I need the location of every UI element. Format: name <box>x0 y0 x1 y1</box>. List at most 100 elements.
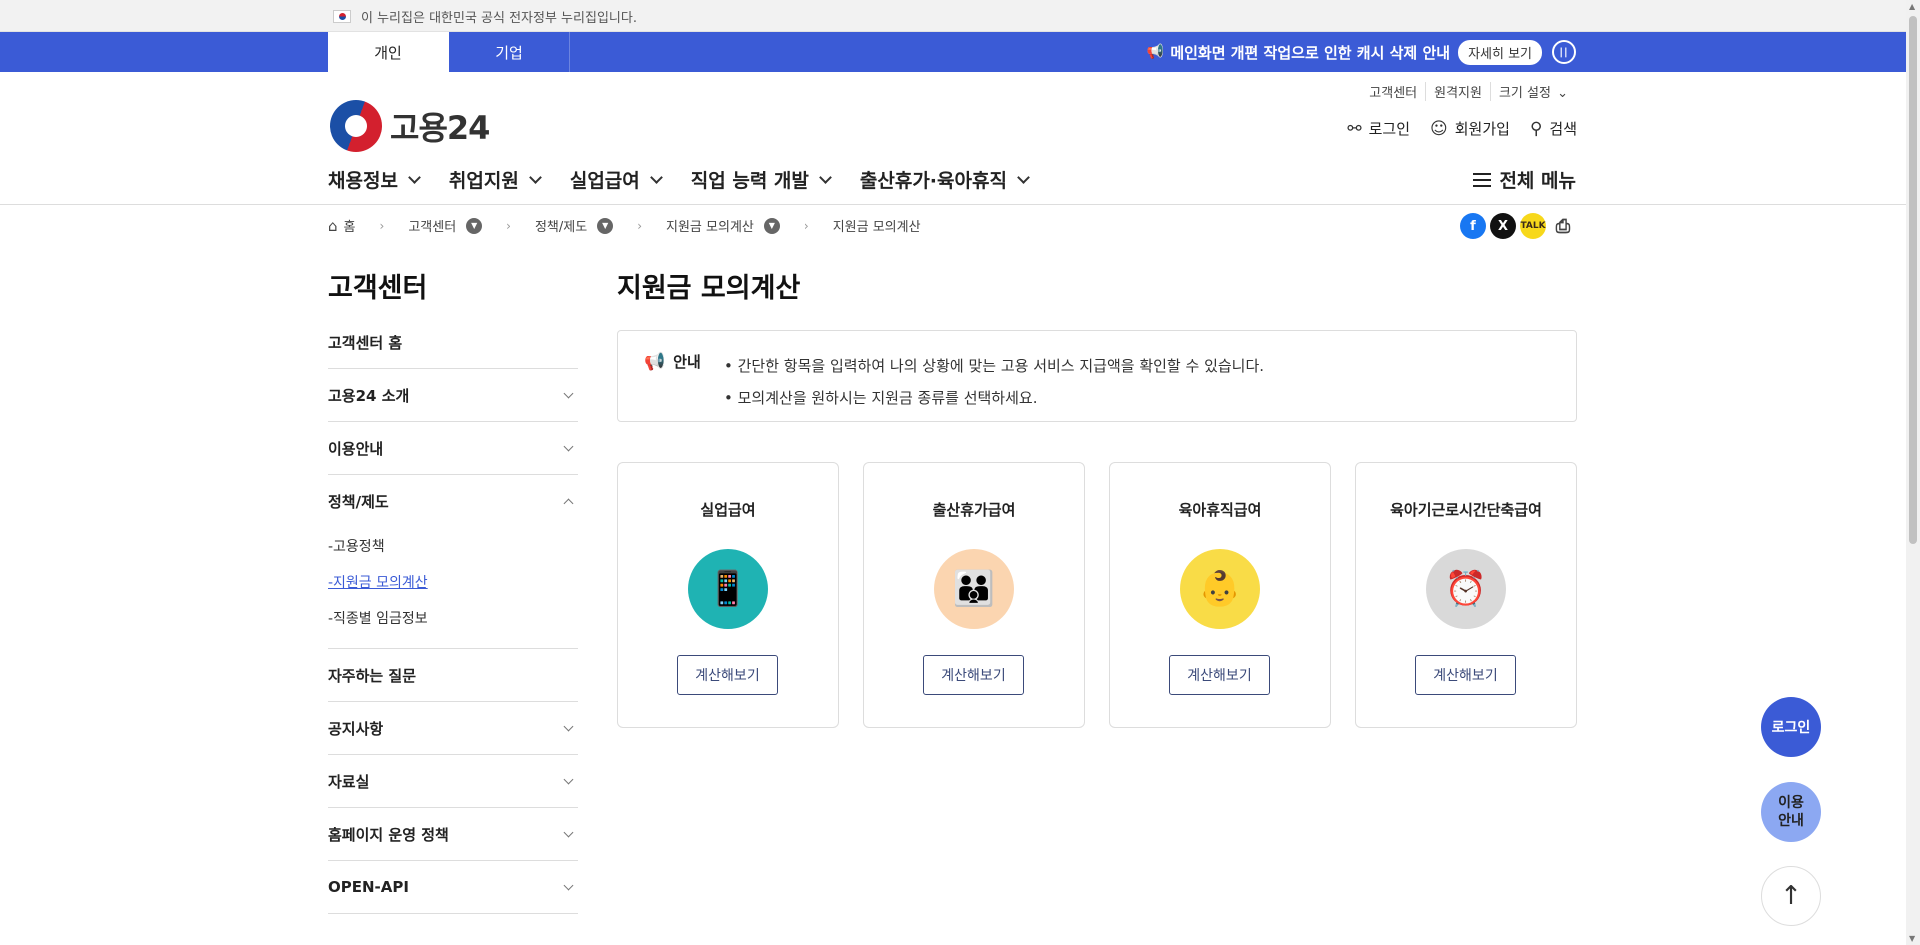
info-label: 📢 안내 <box>644 351 701 372</box>
login-link[interactable]: ⚯ 로그인 <box>1347 118 1410 139</box>
gov-banner: 이 누리집은 대한민국 공식 전자정부 누리집입니다. <box>0 0 1906 32</box>
main-nav: 채용정보 취업지원 실업급여 직업 능력 개발 출산휴가·육아휴직 <box>328 166 1058 193</box>
all-menu-button[interactable]: 전체 메뉴 <box>1473 166 1576 193</box>
scroll-top-icon[interactable]: ↑ <box>1761 866 1821 926</box>
chevron-down-icon: ⌄ <box>1557 86 1568 101</box>
dropdown-icon[interactable]: ▼ <box>763 217 780 234</box>
info-line: • 간단한 항목을 입력하여 나의 상황에 맞는 고용 서비스 지급액을 확인할… <box>724 356 1265 375</box>
scroll-down-arrow-icon[interactable]: ▼ <box>1909 934 1915 943</box>
phone-check-icon: 📱 <box>688 549 768 629</box>
header-actions: ⚯ 로그인 ☺ 회원가입 ⚲ 검색 <box>1327 118 1577 139</box>
calculate-button[interactable]: 계산해보기 <box>1415 655 1516 695</box>
breadcrumb-customer-center[interactable]: 고객센터 ▼ <box>408 216 483 235</box>
utility-links: 고객센터 원격지원 크기 설정 ⌄ <box>1361 82 1576 101</box>
chevron-down-icon <box>563 880 574 890</box>
tab-personal[interactable]: 개인 <box>328 32 449 72</box>
chevron-down-icon <box>563 827 574 837</box>
card-title: 출산휴가급여 <box>932 501 1016 519</box>
util-remote-support[interactable]: 원격지원 <box>1425 82 1490 101</box>
sidebar-subitem-employment-policy[interactable]: -고용정책 <box>328 528 578 564</box>
sidebar-item-policy[interactable]: 정책/제도 <box>328 475 578 528</box>
card-title: 실업급여 <box>700 501 756 519</box>
breadcrumb: ⌂ 홈 › 고객센터 ▼ › 정책/제도 ▼ › 지원금 모의계산 ▼ › 지원금 모의… <box>328 216 921 236</box>
print-icon[interactable]: ⎙ <box>1550 213 1576 239</box>
dropdown-icon[interactable]: ▼ <box>597 217 614 234</box>
kakaotalk-icon[interactable]: TALK <box>1520 213 1546 239</box>
breadcrumb-separator-icon: › <box>637 218 643 233</box>
floating-login-button[interactable]: 로그인 <box>1761 697 1821 757</box>
hamburger-icon <box>1473 172 1492 187</box>
info-line: • 모의계산을 원하시는 지원금 종류를 선택하세요. <box>724 388 1038 407</box>
sidebar-item-resources[interactable]: 자료실 <box>328 755 578 808</box>
calculate-button[interactable]: 계산해보기 <box>1169 655 1270 695</box>
breadcrumb-subsidy-calc[interactable]: 지원금 모의계산 ▼ <box>666 216 780 235</box>
pause-icon[interactable]: || <box>1552 40 1576 64</box>
breadcrumb-separator-icon: › <box>803 218 809 233</box>
card-reduced-hours-benefit: 육아기근로시간단축급여 ⏰ 계산해보기 <box>1355 462 1577 728</box>
breadcrumb-home[interactable]: ⌂ 홈 <box>328 216 356 236</box>
chevron-down-icon <box>1017 170 1030 184</box>
util-size-setting[interactable]: 크기 설정 ⌄ <box>1489 82 1576 101</box>
breadcrumb-separator-icon: › <box>506 218 511 233</box>
nav-item-maternity-parental-leave[interactable]: 출산휴가·육아휴직 <box>860 166 1030 193</box>
share-buttons: f X TALK ⎙ <box>1456 213 1576 239</box>
chevron-down-icon <box>563 721 574 731</box>
notice-area: 📢 메인화면 개편 작업으로 인한 캐시 삭제 안내 자세히 보기 || <box>1147 32 1576 72</box>
floating-guide-button[interactable]: 이용 안내 <box>1761 782 1821 842</box>
megaphone-icon: 📢 <box>644 351 666 372</box>
megaphone-icon: 📢 <box>1146 44 1165 60</box>
nav-item-unemployment-benefit[interactable]: 실업급여 <box>570 166 663 193</box>
top-bar: 개인 기업 📢 메인화면 개편 작업으로 인한 캐시 삭제 안내 자세히 보기 … <box>0 32 1906 72</box>
page-scrollbar[interactable]: ▲ ▼ <box>1906 0 1920 945</box>
notice-text[interactable]: 메인화면 개편 작업으로 인한 캐시 삭제 안내 <box>1170 42 1450 63</box>
sidebar-item-site-policy[interactable]: 홈페이지 운영 정책 <box>328 808 578 861</box>
search-link[interactable]: ⚲ 검색 <box>1530 118 1577 139</box>
scroll-up-arrow-icon[interactable]: ▲ <box>1909 2 1915 11</box>
dropdown-icon[interactable]: ▼ <box>466 217 483 234</box>
notice-detail-button[interactable]: 자세히 보기 <box>1458 39 1542 65</box>
baby-icon: 👶 <box>1180 549 1260 629</box>
sidebar-item-about[interactable]: 고용24 소개 <box>328 369 578 422</box>
nav-item-jobs[interactable]: 채용정보 <box>328 166 421 193</box>
sidebar-title: 고객센터 <box>328 273 428 304</box>
sidebar-item-notices[interactable]: 공지사항 <box>328 702 578 755</box>
site-logo[interactable]: 고용24 <box>330 100 490 152</box>
sidebar-subitem-wage-info[interactable]: -직종별 임금정보 <box>328 600 578 636</box>
calculate-button[interactable]: 계산해보기 <box>923 655 1024 695</box>
subsidy-cards: 실업급여 📱 계산해보기 출산휴가급여 👪 계산해보기 육아휴직급여 👶 계산해… <box>617 462 1577 728</box>
sidebar-subitem-subsidy-calc[interactable]: -지원금 모의계산 <box>328 564 578 600</box>
sidebar-item-home[interactable]: 고객센터 홈 <box>328 316 578 369</box>
nav-item-skill-development[interactable]: 직업 능력 개발 <box>691 166 832 193</box>
breadcrumb-policy[interactable]: 정책/제도 ▼ <box>535 216 614 235</box>
chevron-down-icon <box>563 388 574 398</box>
scrollbar-thumb[interactable] <box>1909 16 1917 544</box>
chevron-down-icon <box>408 170 421 184</box>
chevron-down-icon <box>819 170 832 184</box>
chevron-up-icon <box>563 498 574 509</box>
facebook-icon[interactable]: f <box>1460 213 1486 239</box>
breadcrumb-separator-icon: › <box>379 218 385 233</box>
card-title: 육아기근로시간단축급여 <box>1390 501 1542 519</box>
sidebar-item-open-api[interactable]: OPEN-API <box>328 861 578 914</box>
logo-text: 고용24 <box>390 109 490 147</box>
signup-link[interactable]: ☺ 회원가입 <box>1430 118 1510 139</box>
add-user-icon: ☺ <box>1430 118 1448 139</box>
info-lines: • 간단한 항목을 입력하여 나의 상황에 맞는 고용 서비스 지급액을 확인할… <box>724 349 1264 413</box>
card-maternity-benefit: 출산휴가급여 👪 계산해보기 <box>863 462 1085 728</box>
sidebar-item-faq[interactable]: 자주하는 질문 <box>328 649 578 702</box>
chevron-down-icon <box>649 170 663 184</box>
x-twitter-icon[interactable]: X <box>1490 213 1516 239</box>
sidebar-item-guide[interactable]: 이용안내 <box>328 422 578 475</box>
card-unemployment-benefit: 실업급여 📱 계산해보기 <box>617 462 839 728</box>
util-customer-center[interactable]: 고객센터 <box>1361 82 1425 101</box>
lock-icon: ⚯ <box>1347 118 1362 139</box>
korea-flag-icon <box>333 9 351 23</box>
tab-company[interactable]: 기업 <box>449 32 570 72</box>
calculate-button[interactable]: 계산해보기 <box>677 655 778 695</box>
info-box: 📢 안내 • 간단한 항목을 입력하여 나의 상황에 맞는 고용 서비스 지급액… <box>617 330 1577 422</box>
page-title: 지원금 모의계산 <box>617 273 801 304</box>
sidebar-menu: 고객센터 홈 고용24 소개 이용안내 정책/제도 -고용정책 -지원금 모의계… <box>328 316 578 914</box>
chevron-down-icon <box>563 774 574 784</box>
nav-item-employment-support[interactable]: 취업지원 <box>449 166 542 193</box>
card-title: 육아휴직급여 <box>1178 501 1262 519</box>
